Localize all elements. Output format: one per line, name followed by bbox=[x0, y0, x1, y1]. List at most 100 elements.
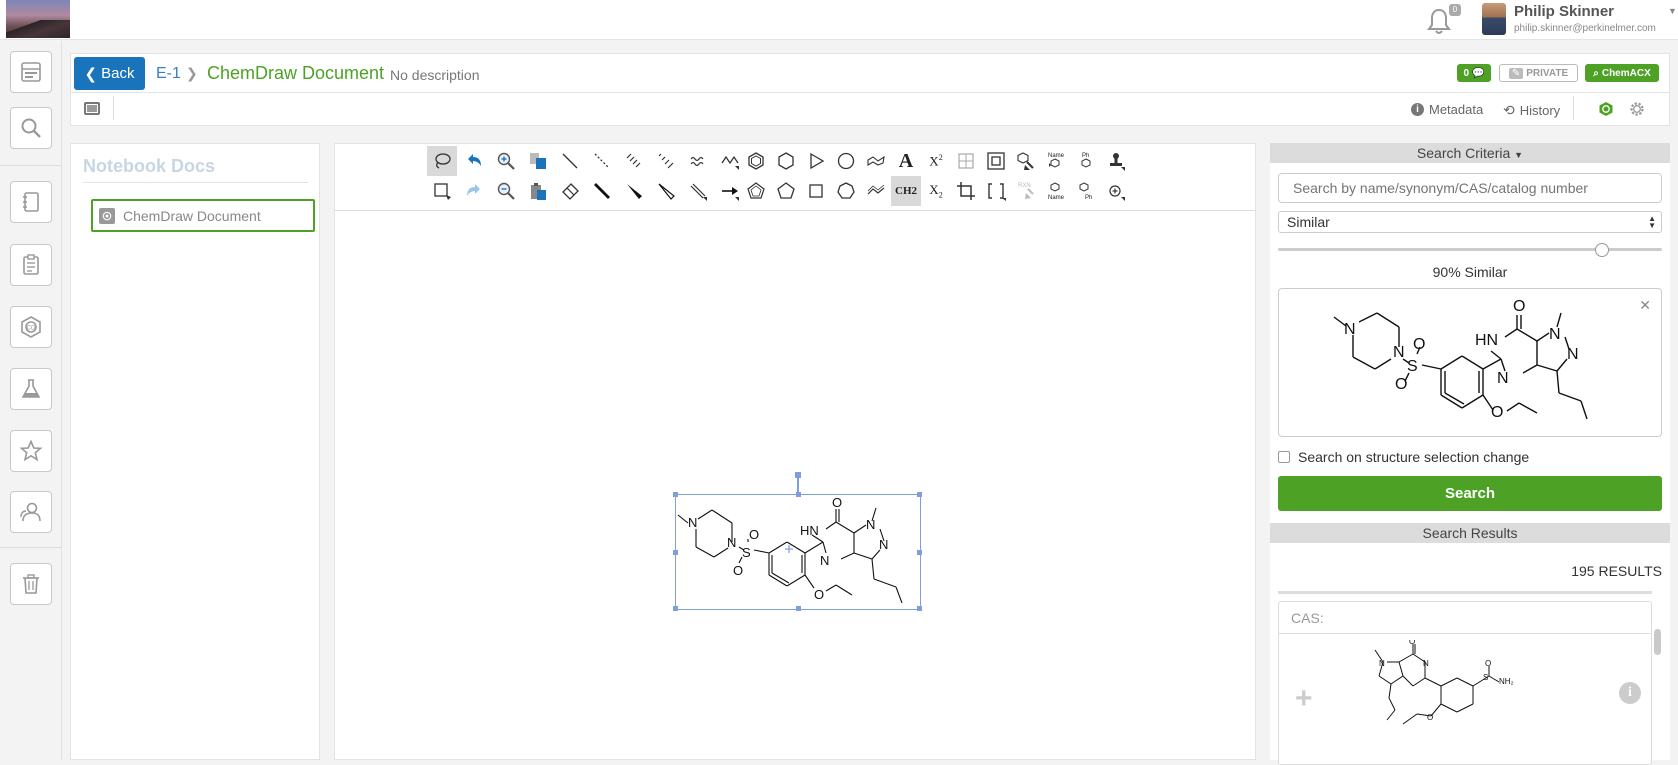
svg-text:N: N bbox=[1393, 344, 1405, 361]
wavy-bond-tool[interactable] bbox=[683, 146, 713, 176]
stamp-tool[interactable] bbox=[1101, 146, 1131, 176]
user-menu-caret-icon[interactable]: ▼ bbox=[1668, 6, 1677, 16]
redo-tool[interactable] bbox=[459, 176, 489, 206]
notebook-doc-item[interactable]: ChemDraw Document bbox=[91, 199, 315, 232]
zoom-in-tool[interactable] bbox=[491, 146, 521, 176]
chemdraw-nav-button[interactable]: CD bbox=[10, 306, 52, 348]
lasso-tool[interactable] bbox=[427, 146, 457, 176]
cyclobutane-tool[interactable] bbox=[801, 176, 831, 206]
group-tool[interactable] bbox=[981, 146, 1011, 176]
comments-button[interactable]: 0 💬 bbox=[1457, 64, 1491, 82]
panel-toggle-icon[interactable] bbox=[84, 102, 100, 115]
dashed-bond-tool[interactable] bbox=[587, 146, 617, 176]
single-bond-tool[interactable] bbox=[555, 146, 585, 176]
table-tool[interactable] bbox=[951, 146, 981, 176]
wedge-bond-tool[interactable] bbox=[619, 176, 649, 206]
results-count: 195 RESULTS bbox=[1571, 563, 1662, 579]
cyclopentadiene-tool[interactable] bbox=[741, 176, 771, 206]
trash-nav-button[interactable] bbox=[10, 563, 52, 605]
subscript-tool[interactable]: X2 bbox=[921, 176, 951, 206]
checkbox[interactable] bbox=[1278, 451, 1290, 463]
expand-label-tool[interactable]: Ph bbox=[1071, 146, 1101, 176]
document-description[interactable]: No description bbox=[390, 67, 480, 83]
ch2-tool[interactable]: CH2 bbox=[891, 176, 921, 206]
hashed-wedge-tool[interactable] bbox=[651, 146, 681, 176]
favorites-nav-button[interactable] bbox=[10, 430, 52, 472]
cyclooctane-tool[interactable] bbox=[831, 146, 861, 176]
name-to-struct-tool[interactable]: Name bbox=[1041, 176, 1071, 206]
breadcrumb-e1[interactable]: E-1 bbox=[156, 65, 181, 83]
marquee-tool[interactable] bbox=[427, 176, 457, 206]
svg-text:O: O bbox=[1413, 336, 1425, 353]
eraser-icon bbox=[562, 183, 579, 200]
app-logo[interactable] bbox=[6, 0, 70, 38]
search-mode-select[interactable]: Similar ▲ ▼ bbox=[1278, 211, 1662, 233]
avatar[interactable] bbox=[1482, 3, 1506, 35]
search-on-selection-checkbox[interactable]: Search on structure selection change bbox=[1278, 449, 1529, 465]
page-title[interactable]: ChemDraw Document bbox=[207, 63, 384, 84]
chemdraw-hexagon-icon[interactable] bbox=[1598, 101, 1614, 117]
search-criteria-body: Similar ▲▼ 90% Similar ✕ bbox=[1270, 163, 1670, 531]
result-card[interactable]: CAS: + N O N O S NH₂ O i bbox=[1278, 601, 1652, 765]
privacy-badge[interactable]: ✎ PRIVATE bbox=[1499, 64, 1578, 82]
eraser-tool[interactable] bbox=[555, 176, 585, 206]
history-link[interactable]: ⟲ History bbox=[1503, 102, 1560, 119]
benzene-tool[interactable] bbox=[741, 146, 771, 176]
metadata-link[interactable]: i Metadata bbox=[1411, 102, 1483, 117]
search-results-header: Search Results bbox=[1270, 523, 1670, 543]
superscript-icon: X2 bbox=[929, 152, 943, 169]
search-criteria-header[interactable]: Search Criteria ▼ bbox=[1270, 143, 1670, 163]
scrollbar-thumb[interactable] bbox=[1654, 629, 1661, 655]
cyclopentane-tool[interactable] bbox=[771, 176, 801, 206]
bold-bond-tool[interactable] bbox=[587, 176, 617, 206]
charge-tool[interactable] bbox=[1101, 176, 1131, 206]
paste-tool[interactable] bbox=[523, 176, 553, 206]
contract-label-tool[interactable]: Ph bbox=[1071, 176, 1101, 206]
copy-tool[interactable] bbox=[523, 146, 553, 176]
zoom-out-tool[interactable] bbox=[491, 176, 521, 206]
crop-tool[interactable] bbox=[951, 176, 981, 206]
text-tool[interactable]: A bbox=[891, 146, 921, 176]
gear-icon[interactable] bbox=[1629, 101, 1645, 117]
dashboard-nav-button[interactable] bbox=[10, 51, 52, 93]
undo-tool[interactable] bbox=[459, 146, 489, 176]
search-button[interactable]: Search bbox=[1278, 476, 1662, 511]
svg-text:S: S bbox=[1407, 358, 1418, 375]
struct-to-name-tool[interactable]: Name bbox=[1041, 146, 1071, 176]
chair2-tool[interactable] bbox=[861, 176, 891, 206]
expand-label-icon: Ph bbox=[1081, 153, 1091, 168]
hollow-wedge-tool[interactable] bbox=[651, 176, 681, 206]
clipboard-nav-button[interactable] bbox=[10, 244, 52, 286]
redo-icon bbox=[467, 184, 480, 196]
back-button-label: Back bbox=[101, 65, 135, 82]
chemacx-button[interactable]: ⌕ ChemACX bbox=[1585, 64, 1659, 82]
clean-structure-tool[interactable] bbox=[1011, 146, 1041, 176]
experiment-nav-button[interactable] bbox=[10, 368, 52, 410]
chair-tool[interactable] bbox=[861, 146, 891, 176]
info-icon[interactable]: i bbox=[1619, 682, 1641, 704]
selected-molecule[interactable]: N N S O O HN N O O N N bbox=[673, 472, 922, 611]
add-result-icon[interactable]: + bbox=[1295, 682, 1313, 716]
cyclopropane-tool[interactable] bbox=[801, 146, 831, 176]
user-name[interactable]: Philip Skinner bbox=[1514, 3, 1614, 20]
cyclohexane-tool[interactable] bbox=[771, 146, 801, 176]
search-nav-button[interactable] bbox=[10, 107, 52, 149]
rotate-handle[interactable] bbox=[795, 472, 801, 478]
multiple-bond-tool[interactable] bbox=[683, 176, 713, 206]
svg-text:N: N bbox=[1497, 370, 1509, 387]
hashed-bond-tool[interactable] bbox=[619, 146, 649, 176]
notebook-nav-button[interactable] bbox=[10, 181, 52, 223]
results-scrollbar[interactable] bbox=[1654, 563, 1662, 743]
cycloheptane-tool[interactable] bbox=[831, 176, 861, 206]
brackets-tool[interactable] bbox=[981, 176, 1011, 206]
document-header: ❮ Back E-1 ❯ ChemDraw Document No descri… bbox=[70, 53, 1670, 93]
users-nav-button[interactable] bbox=[10, 491, 52, 533]
query-structure-box[interactable]: ✕ N N S O O HN N O O N N bbox=[1278, 288, 1662, 437]
superscript-tool[interactable]: X2 bbox=[921, 146, 951, 176]
caret-down-icon: ▼ bbox=[1514, 150, 1524, 160]
similarity-slider-knob[interactable] bbox=[1594, 243, 1609, 257]
search-input[interactable] bbox=[1278, 173, 1662, 203]
chemdraw-canvas[interactable]: A X2 Name Ph CH2 X2 RXN Name Ph N N S O … bbox=[334, 143, 1256, 760]
back-button[interactable]: ❮ Back bbox=[74, 57, 145, 90]
clean-reaction-tool[interactable]: RXN bbox=[1011, 176, 1041, 206]
